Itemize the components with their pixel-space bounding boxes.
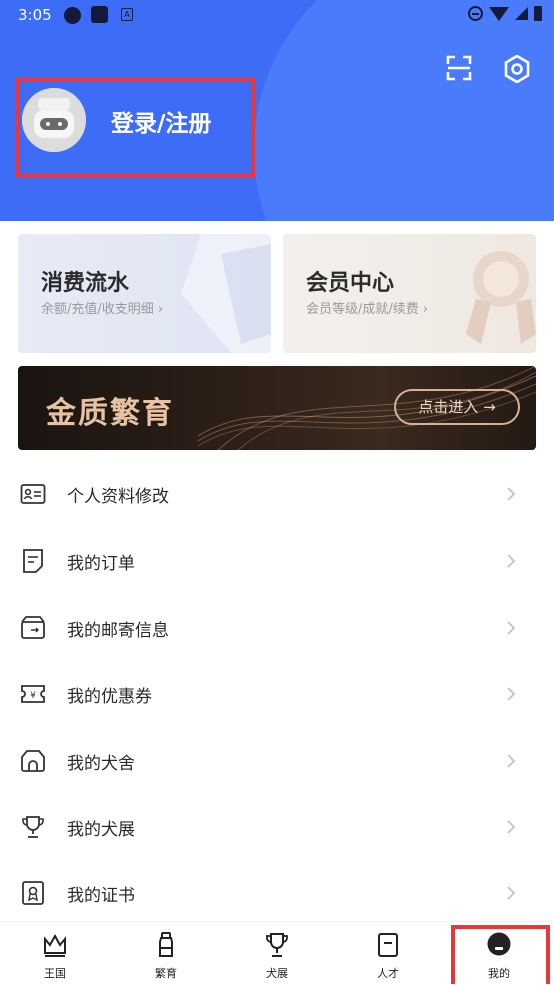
certificate-icon [22,881,44,905]
mine-tab-highlight-box [451,925,550,984]
expense-record-card[interactable]: 消费流水 余额/充值/收支明细 › [18,234,271,353]
card-decoration-icon [181,234,271,353]
member-center-card[interactable]: 会员中心 会员等级/成就/续费 › [283,234,536,353]
card-title: 会员中心 [306,271,395,296]
card-subtitle: 余额/充值/收支明细 › [41,302,164,317]
crown-icon [44,933,66,957]
menu-item-certificates[interactable]: 我的证书 [0,860,554,926]
do-not-disturb-icon [468,6,483,21]
chevron-right-icon [507,754,516,768]
tab-kingdom[interactable]: 王国 [0,922,110,985]
menu-item-coupons[interactable]: ¥ 我的优惠券 [0,661,554,727]
menu-label: 个人资料修改 [67,487,169,507]
status-time: 3:05 [18,6,52,24]
menu-label: 我的犬舍 [67,754,135,774]
menu-label: 我的优惠券 [67,687,152,707]
settings-icon[interactable] [503,55,531,83]
chevron-right-icon [507,886,516,900]
cellular-icon [515,7,528,20]
tab-breeding[interactable]: 繁育 [111,922,221,985]
chevron-right-icon [507,554,516,568]
header-decoration [254,0,554,221]
coupon-icon: ¥ [21,685,45,703]
menu-label: 我的订单 [67,554,135,574]
login-register-link[interactable]: 登录/注册 [111,104,211,138]
wifi-icon [489,6,509,21]
menu-item-kennel[interactable]: 我的犬舍 [0,728,554,794]
battery-icon [534,6,542,21]
menu-item-dog-show[interactable]: 我的犬展 [0,794,554,860]
medal-decoration-icon [466,251,536,344]
document-icon [378,933,398,957]
notification-square-icon [91,6,108,23]
card-subtitle: 会员等级/成就/续费 › [306,302,429,317]
tab-label: 王国 [44,967,66,980]
mail-box-icon [21,616,45,639]
svg-text:¥: ¥ [30,691,36,701]
menu-label: 我的邮寄信息 [67,621,169,641]
notification-a-icon: A [121,8,133,21]
menu-item-mailing-info[interactable]: 我的邮寄信息 [0,595,554,661]
tab-label: 人才 [377,967,399,980]
status-bar: 3:05 A [0,0,554,30]
order-icon [23,549,43,573]
tab-talent[interactable]: 人才 [333,922,443,985]
menu-item-profile-edit[interactable]: 个人资料修改 [0,461,554,527]
bottle-icon [159,932,173,957]
chevron-right-icon [507,820,516,834]
tab-label: 繁育 [155,967,177,980]
premium-breeding-banner[interactable]: 金质繁育 点击进入 → [18,366,536,450]
chevron-right-icon [507,621,516,635]
status-icons [468,6,542,21]
kennel-icon [21,750,45,772]
chevron-right-icon [507,687,516,701]
trophy-icon [22,816,44,838]
menu-label: 我的证书 [67,886,135,906]
tab-dog-show[interactable]: 犬展 [222,922,332,985]
id-card-icon [20,484,46,504]
card-title: 消费流水 [41,271,130,296]
notification-circle-icon [64,7,81,24]
scan-icon[interactable] [446,55,472,81]
tab-label: 犬展 [266,967,288,980]
menu-label: 我的犬展 [67,820,135,840]
banner-title: 金质繁育 [46,396,174,431]
chevron-right-icon [507,487,516,501]
avatar[interactable] [22,88,86,152]
trophy-icon [266,933,288,957]
menu-item-orders[interactable]: 我的订单 [0,528,554,594]
robot-avatar-icon [22,88,86,152]
enter-button[interactable]: 点击进入 → [394,389,520,425]
